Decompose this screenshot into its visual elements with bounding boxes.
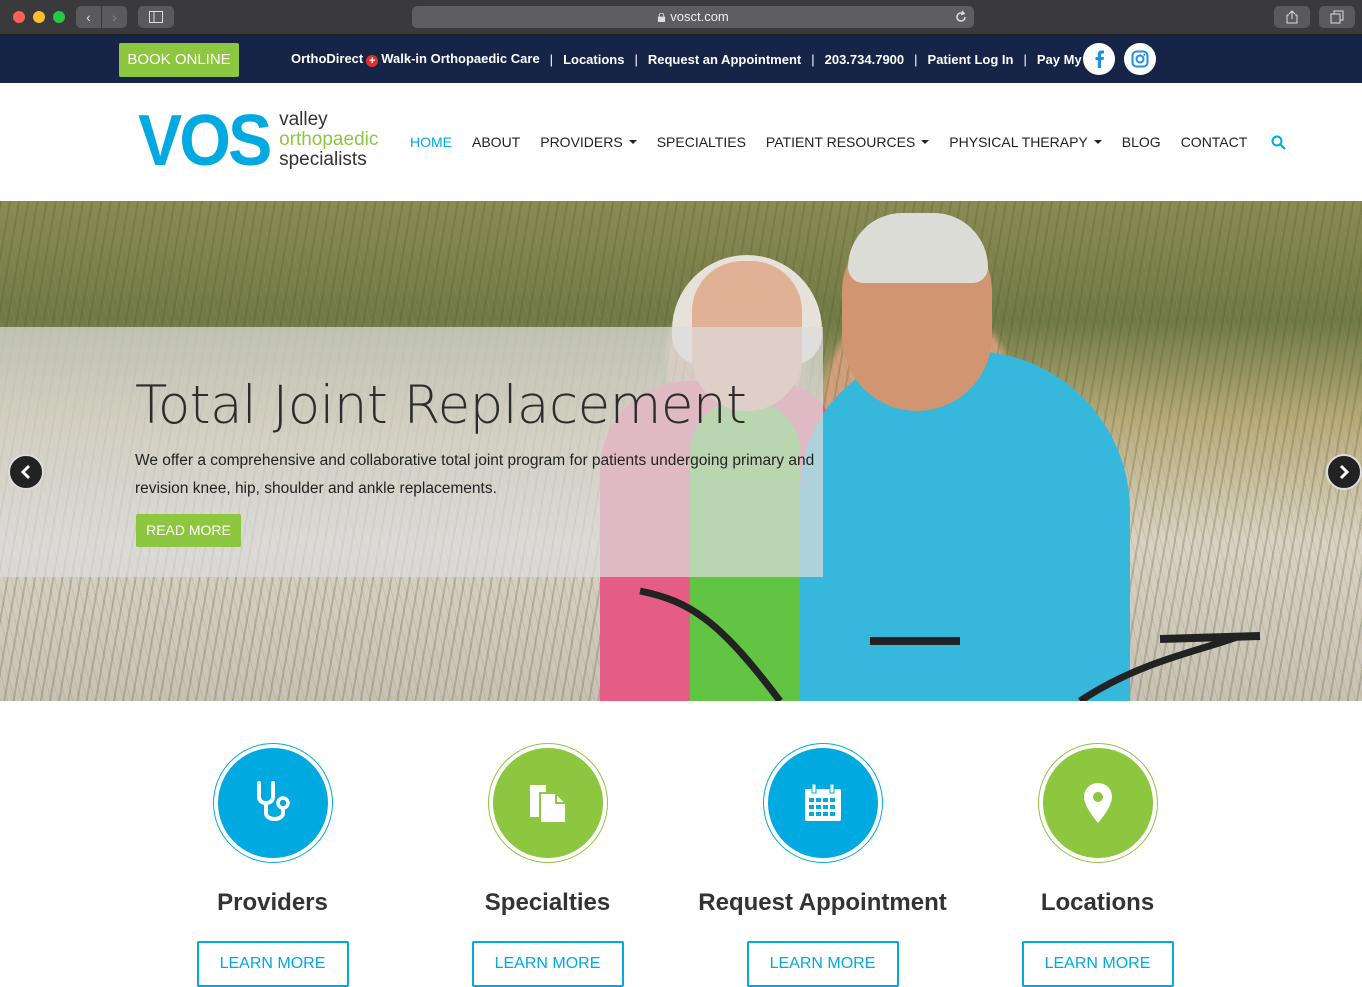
back-icon[interactable]: ‹ [76,6,101,28]
carousel-prev-button[interactable] [8,454,44,490]
caret-down-icon [628,140,637,144]
sidebar-toggle-button[interactable] [138,6,174,28]
caret-down-icon [921,140,930,144]
map-pin-icon [1083,783,1112,823]
facebook-button[interactable] [1083,43,1115,75]
utility-bar: BOOK ONLINE OrthoDirect + Walk-in Orthopae… [0,35,1362,83]
learn-more-button[interactable]: LEARN MORE [196,941,349,987]
learn-more-button[interactable]: LEARN MORE [1021,941,1174,987]
separator: | [914,51,918,67]
history-buttons: ‹ › [76,6,127,28]
vos-logo[interactable]: VOS valley orthopaedic specialists [138,101,379,181]
hero-caption: Total Joint Replacement We offer a compr… [0,327,823,577]
nav-about[interactable]: ABOUT [472,134,520,150]
logo-mark: VOS [138,101,272,181]
nav-physical-therapy[interactable]: PHYSICAL THERAPY [949,134,1102,150]
request-appointment-icon-circle[interactable] [762,743,883,863]
request-appointment-link[interactable]: Request an Appointment [648,52,801,67]
reload-icon[interactable] [954,9,968,25]
separator: | [1023,51,1027,67]
nav-blog[interactable]: BLOG [1122,134,1161,150]
separator: | [634,51,638,67]
phone-link[interactable]: 203.734.7900 [825,52,905,67]
feature-title: Providers [217,889,328,916]
forward-icon[interactable]: › [101,6,127,28]
nav-providers[interactable]: PROVIDERS [540,134,637,150]
zoom-window-button[interactable] [53,11,65,23]
orthodirect-link[interactable]: OrthoDirect + Walk-in Orthopaedic Care [291,51,540,67]
feature-request-appointment: Request Appointment LEARN MORE [685,743,960,987]
feature-title: Locations [1040,889,1155,916]
search-icon[interactable] [1271,135,1287,150]
hero-carousel: Total Joint Replacement We offer a compr… [0,201,1362,701]
lock-icon [658,13,666,22]
sidebar-icon [149,11,163,23]
patient-login-link[interactable]: Patient Log In [928,52,1014,67]
nav-specialties[interactable]: SPECIALTIES [657,134,746,150]
chevron-right-icon [1339,464,1350,480]
feature-locations: Locations LEARN MORE [960,743,1235,987]
separator: | [811,51,815,67]
instagram-button[interactable] [1124,43,1156,75]
separator: | [549,51,554,67]
providers-icon-circle[interactable] [212,743,333,863]
medical-plus-icon: + [366,55,379,67]
learn-more-button[interactable]: LEARN MORE [471,941,624,987]
address-bar[interactable]: vosct.com [412,6,974,28]
tabs-icon [1330,10,1344,24]
url-text: vosct.com [670,9,729,24]
instagram-icon [1131,50,1149,68]
minimize-window-button[interactable] [33,11,45,23]
nav-patient-resources[interactable]: PATIENT RESOURCES [766,134,930,150]
close-window-button[interactable] [13,11,25,23]
share-button[interactable] [1274,6,1310,28]
logo-wordmark: valley orthopaedic specialists [279,109,379,170]
locations-icon-circle[interactable] [1037,743,1158,863]
tabs-button[interactable] [1319,6,1355,28]
nav-contact[interactable]: CONTACT [1181,134,1248,150]
carousel-next-button[interactable] [1326,454,1362,490]
book-online-button[interactable]: BOOK ONLINE [119,43,239,77]
read-more-button[interactable]: READ MORE [136,514,241,547]
learn-more-button[interactable]: LEARN MORE [746,941,899,987]
utility-links: OrthoDirect + Walk-in Orthopaedic Care | L… [291,35,1106,83]
feature-providers: Providers LEARN MORE [135,743,410,987]
chevron-left-icon [20,464,31,480]
feature-specialties: Specialties LEARN MORE [410,743,685,987]
caret-down-icon [1093,140,1102,144]
nav-home[interactable]: HOME [410,134,452,150]
calendar-icon [804,783,841,821]
locations-link[interactable]: Locations [563,52,624,67]
feature-section: Providers LEARN MORE Specialties LEARN M… [0,701,1362,987]
share-icon [1286,10,1298,24]
hero-text: We offer a comprehensive and collaborati… [135,452,815,497]
main-nav: HOME ABOUT PROVIDERS SPECIALTIES PATIENT… [410,83,1287,201]
specialties-icon-circle[interactable] [487,743,608,863]
documents-icon [529,785,567,824]
hero-title: Total Joint Replacement [135,375,747,436]
bike-handlebars [639,587,1261,701]
stethoscope-icon [256,781,290,821]
site-header: VOS valley orthopaedic specialists HOME … [0,83,1362,201]
browser-toolbar: ‹ › vosct.com [0,0,1362,35]
facebook-icon [1095,50,1104,68]
feature-title: Specialties [484,889,611,916]
feature-title: Request Appointment [698,889,947,916]
